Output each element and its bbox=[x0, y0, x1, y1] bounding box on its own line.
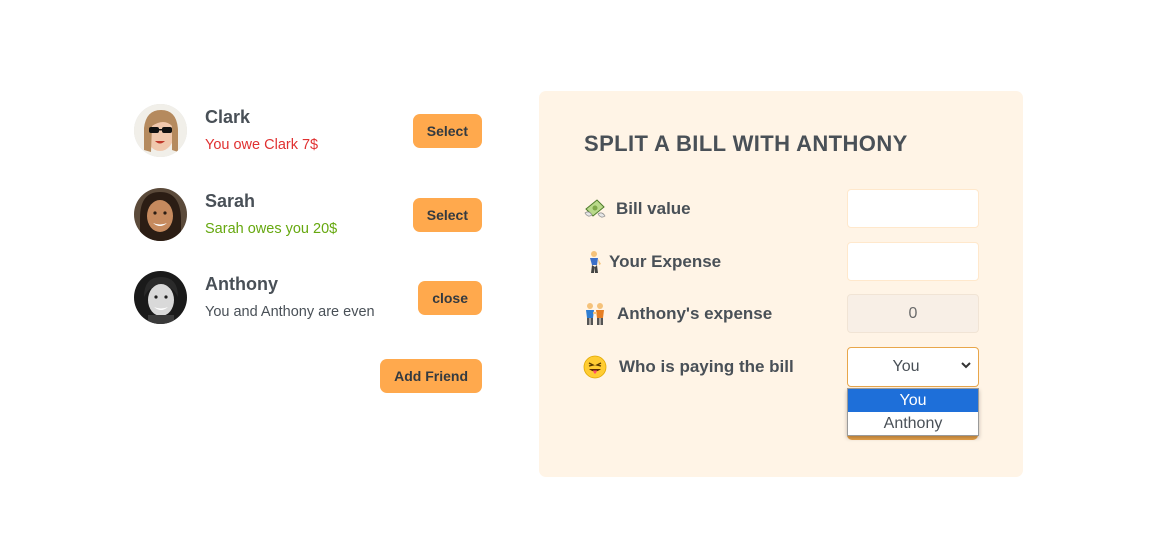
payer-option-anthony[interactable]: Anthony bbox=[848, 412, 978, 435]
payer-option-you[interactable]: You bbox=[848, 389, 978, 412]
friend-name: Clark bbox=[205, 107, 251, 127]
bill-value-row: Bill value bbox=[583, 189, 979, 229]
friend-expense-row: Anthony's expense 0 bbox=[583, 294, 979, 334]
payer-row: Who is paying the bill You bbox=[583, 347, 979, 387]
payer-select[interactable]: You bbox=[847, 347, 979, 387]
friend-expense-label: Anthony's expense bbox=[617, 304, 773, 323]
tongue-face-icon bbox=[583, 355, 607, 379]
select-friend-button[interactable]: Select bbox=[412, 114, 482, 148]
add-friend-button[interactable]: Add Friend bbox=[380, 359, 482, 393]
friend-expense-input: 0 bbox=[847, 294, 979, 333]
close-friend-button[interactable]: close bbox=[418, 281, 482, 315]
payer-selected-value: You bbox=[892, 358, 920, 375]
chevron-down-icon bbox=[961, 362, 971, 369]
friend-balance-status: You and Anthony are even bbox=[205, 304, 375, 320]
form-title: SPLIT A BILL WITH ANTHONY bbox=[584, 131, 908, 156]
avatar-anthony bbox=[134, 271, 187, 324]
payer-label: Who is paying the bill bbox=[619, 357, 794, 376]
avatar-sarah bbox=[134, 188, 187, 241]
bill-value-label: Bill value bbox=[616, 199, 691, 218]
bill-value-input[interactable] bbox=[847, 189, 979, 228]
your-expense-input[interactable] bbox=[847, 242, 979, 281]
your-expense-row: Your Expense bbox=[583, 242, 979, 282]
payer-dropdown-list[interactable]: You Anthony bbox=[847, 388, 979, 436]
person-standing-icon bbox=[590, 251, 601, 273]
friend-name: Anthony bbox=[205, 274, 278, 294]
your-expense-label: Your Expense bbox=[609, 252, 722, 271]
money-with-wings-icon bbox=[584, 199, 606, 218]
two-people-icon bbox=[586, 303, 604, 325]
friend-balance-status: You owe Clark 7$ bbox=[205, 137, 319, 153]
friend-item-clark: Clark You owe Clark 7$ Select bbox=[132, 100, 484, 160]
friend-name: Sarah bbox=[205, 191, 256, 211]
friend-item-sarah: Sarah Sarah owes you 20$ Select bbox=[132, 184, 484, 244]
avatar-clark bbox=[134, 104, 187, 157]
friend-item-anthony: Anthony You and Anthony are even close bbox=[132, 267, 484, 327]
friend-balance-status: Sarah owes you 20$ bbox=[205, 221, 338, 237]
select-friend-button[interactable]: Select bbox=[412, 198, 482, 232]
